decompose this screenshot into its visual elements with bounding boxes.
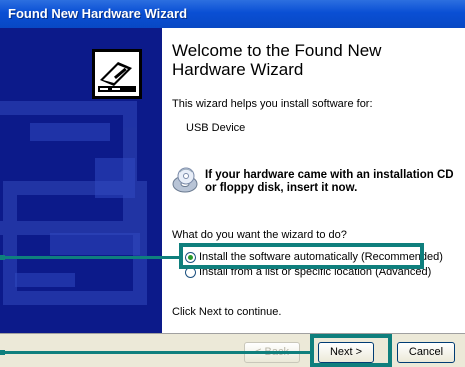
highlight-automatic-option	[179, 243, 424, 269]
button-bar	[0, 333, 465, 367]
question-text: What do you want the wizard to do?	[172, 229, 347, 241]
continue-hint: Click Next to continue.	[172, 306, 282, 318]
callout-line-option	[0, 256, 180, 259]
wizard-background-graphic	[0, 28, 162, 333]
device-name: USB Device	[186, 122, 246, 134]
window-title: Found New Hardware Wizard	[0, 0, 465, 28]
wizard-window: Found New Hardware Wizard Welcome to the…	[0, 0, 465, 367]
highlight-next-button	[310, 334, 392, 367]
callout-dot-option	[0, 255, 5, 260]
hardware-wizard-icon	[92, 49, 142, 99]
wizard-side-panel	[0, 28, 162, 333]
callout-dot-next	[0, 350, 5, 355]
callout-line-next	[0, 351, 311, 354]
page-title: Welcome to the Found New Hardware Wizard	[172, 41, 382, 79]
intro-text: This wizard helps you install software f…	[172, 98, 373, 110]
cd-instruction: If your hardware came with an installati…	[205, 169, 454, 194]
cd-disk-icon	[172, 167, 198, 193]
cancel-button[interactable]: Cancel	[397, 342, 455, 363]
